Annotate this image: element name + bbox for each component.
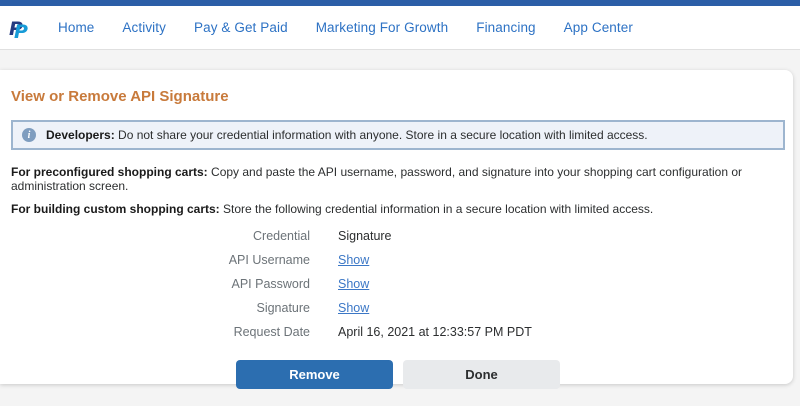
paypal-logo-icon[interactable]: P P bbox=[8, 14, 34, 42]
api-username-row: API Username Show bbox=[11, 253, 785, 267]
nav-item-app-center[interactable]: App Center bbox=[550, 14, 647, 41]
preconfigured-carts-paragraph: For preconfigured shopping carts: Copy a… bbox=[11, 165, 785, 193]
main-nav: P P Home Activity Pay & Get Paid Marketi… bbox=[0, 6, 800, 50]
credential-row: Credential Signature bbox=[11, 229, 785, 243]
request-date-row: Request Date April 16, 2021 at 12:33:57 … bbox=[11, 325, 785, 339]
nav-item-financing[interactable]: Financing bbox=[462, 14, 549, 41]
alert-text: Developers: Do not share your credential… bbox=[46, 128, 648, 142]
signature-label: Signature bbox=[256, 301, 310, 315]
alert-lead: Developers: bbox=[46, 128, 115, 142]
credentials-table: Credential Signature API Username Show A… bbox=[11, 229, 785, 339]
api-username-show-link[interactable]: Show bbox=[338, 253, 369, 267]
credential-label: Credential bbox=[253, 229, 310, 243]
api-password-show-link[interactable]: Show bbox=[338, 277, 369, 291]
request-date-label: Request Date bbox=[233, 325, 310, 339]
nav-item-activity[interactable]: Activity bbox=[108, 14, 180, 41]
info-icon: i bbox=[22, 128, 36, 142]
alert-body: Do not share your credential information… bbox=[114, 128, 648, 142]
content-card: View or Remove API Signature i Developer… bbox=[0, 70, 793, 389]
action-buttons: Remove Done bbox=[11, 360, 785, 389]
signature-row: Signature Show bbox=[11, 301, 785, 315]
svg-text:P: P bbox=[14, 21, 28, 42]
nav-item-marketing-for-growth[interactable]: Marketing For Growth bbox=[302, 14, 463, 41]
signature-show-link[interactable]: Show bbox=[338, 301, 369, 315]
api-username-label: API Username bbox=[228, 253, 310, 267]
page-title: View or Remove API Signature bbox=[11, 88, 229, 105]
custom-carts-paragraph: For building custom shopping carts: Stor… bbox=[11, 202, 785, 216]
custom-carts-text: Store the following credential informati… bbox=[219, 202, 654, 216]
done-button[interactable]: Done bbox=[403, 360, 560, 389]
api-password-label: API Password bbox=[231, 277, 310, 291]
remove-button[interactable]: Remove bbox=[236, 360, 393, 389]
developers-alert: i Developers: Do not share your credenti… bbox=[11, 120, 785, 150]
request-date-value: April 16, 2021 at 12:33:57 PM PDT bbox=[338, 325, 532, 339]
nav-item-home[interactable]: Home bbox=[44, 14, 108, 41]
preconfigured-carts-lead: For preconfigured shopping carts: bbox=[11, 165, 208, 179]
api-password-row: API Password Show bbox=[11, 277, 785, 291]
custom-carts-lead: For building custom shopping carts: bbox=[11, 202, 220, 216]
nav-item-pay-get-paid[interactable]: Pay & Get Paid bbox=[180, 14, 302, 41]
credential-value: Signature bbox=[338, 229, 392, 243]
nav-links: Home Activity Pay & Get Paid Marketing F… bbox=[44, 14, 647, 41]
